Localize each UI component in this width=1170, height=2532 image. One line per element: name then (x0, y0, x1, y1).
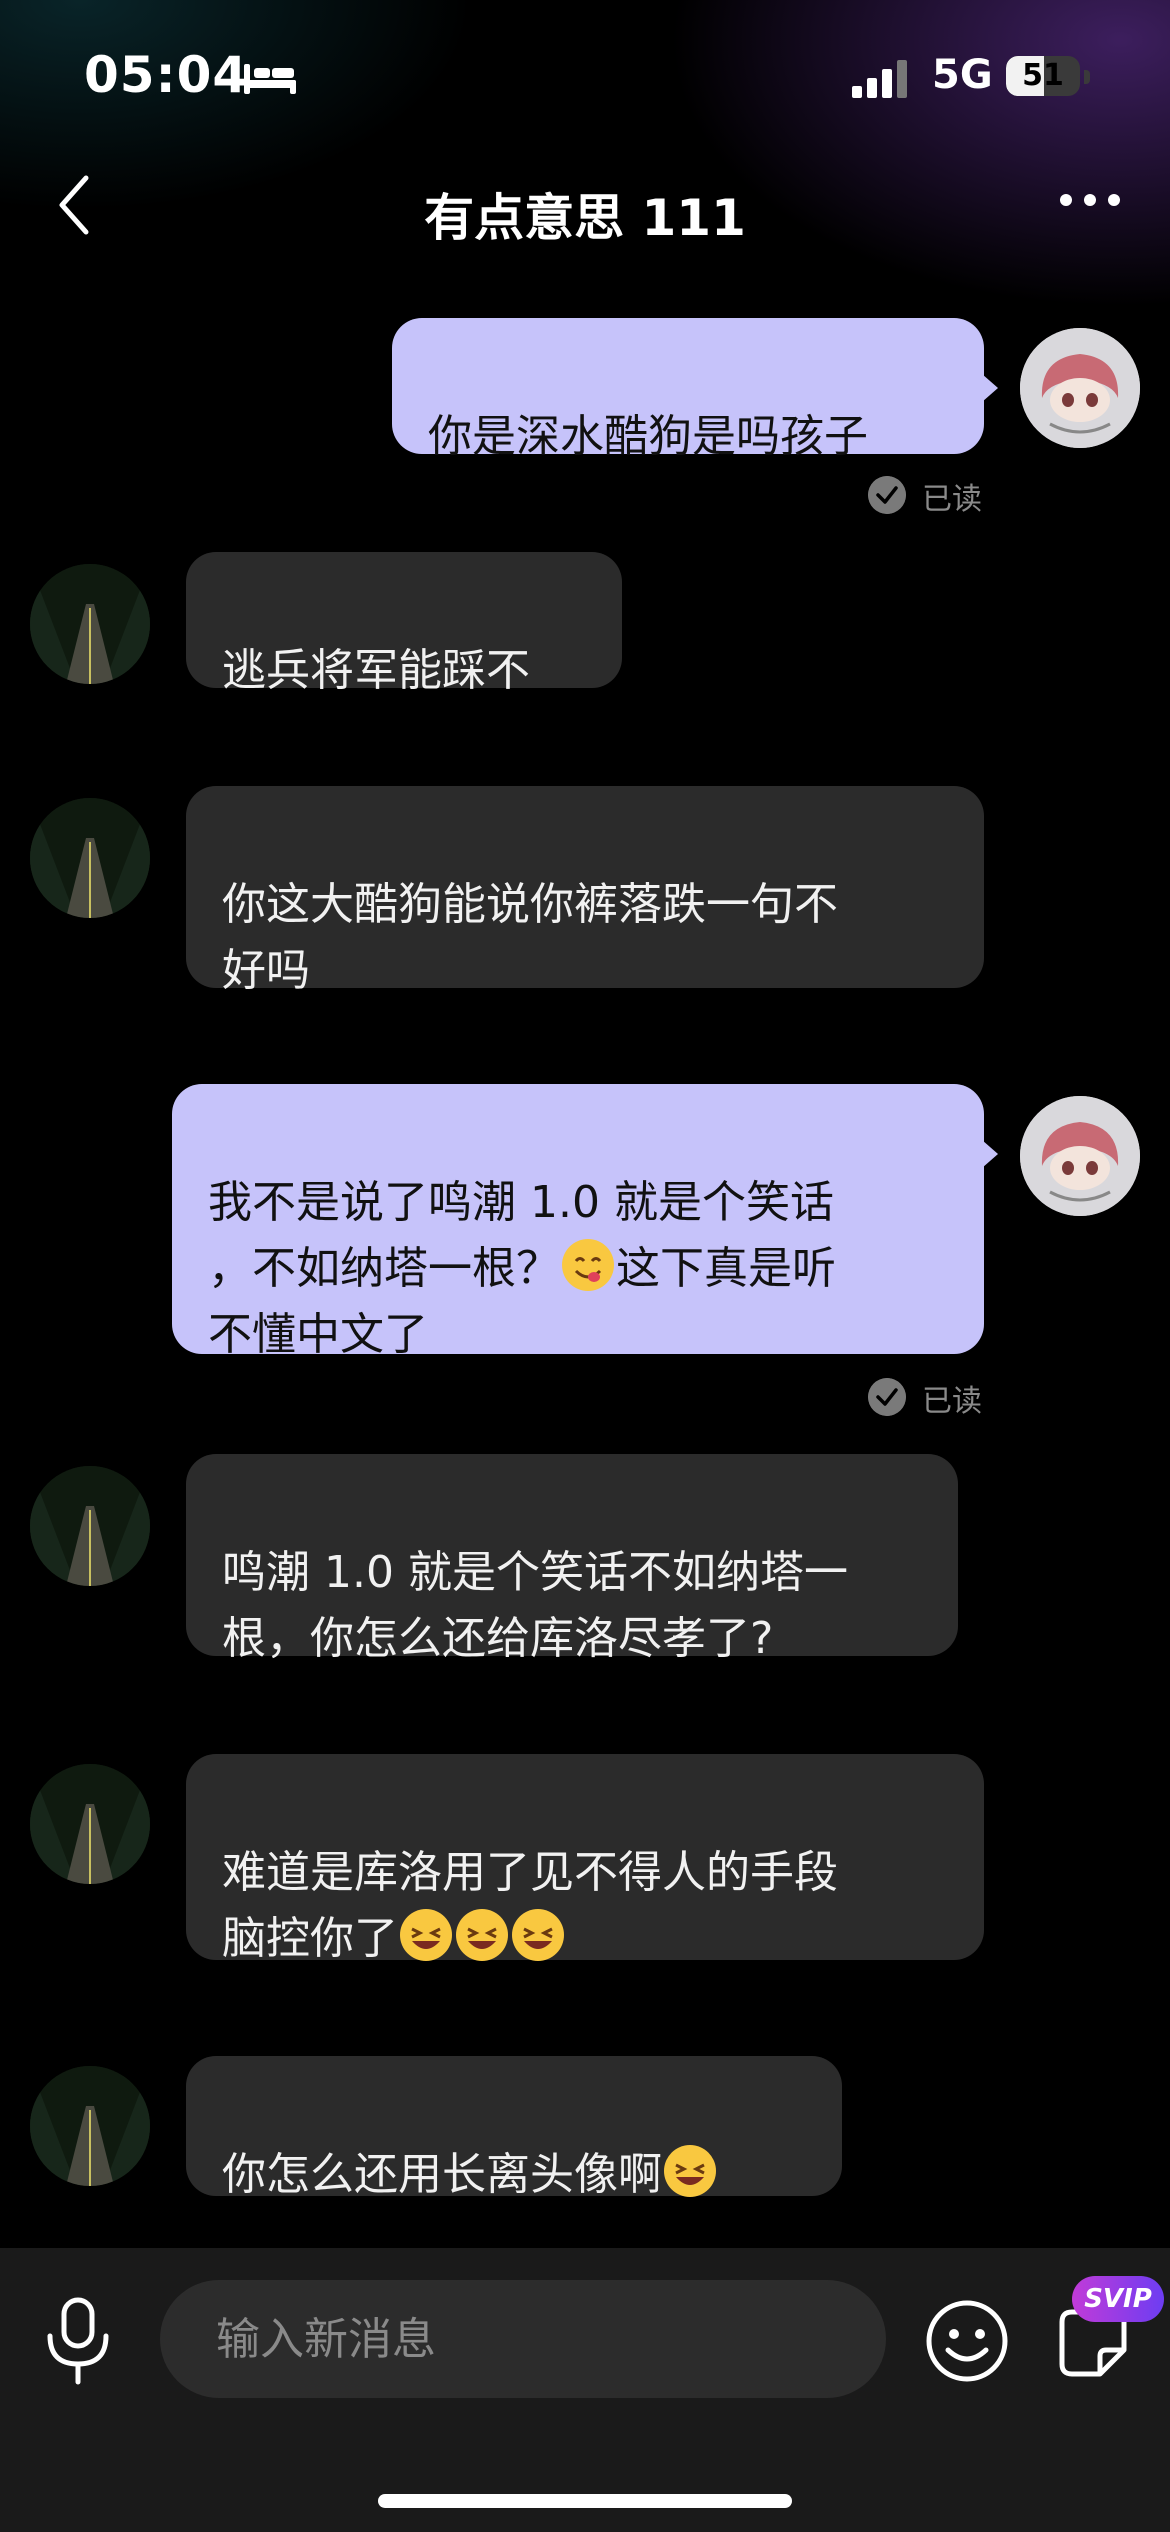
bed-icon (244, 64, 296, 94)
read-label: 已读 (922, 1384, 982, 1419)
message-text: 逃兵将军能踩不 (222, 645, 530, 696)
read-receipt: 已读 (868, 1374, 988, 1419)
emoji-laugh-icon (398, 1907, 454, 1963)
status-bar: 05:04 5G 51 (0, 0, 1170, 140)
status-time: 05:04 (84, 46, 249, 104)
read-label: 已读 (922, 482, 982, 517)
message-text: 你这大酷狗能说你裤落跌一句不 好吗 (222, 879, 838, 996)
contact-avatar[interactable] (30, 2066, 150, 2186)
emoji-yum-icon (560, 1237, 616, 1293)
message-text: 你怎么还用长离头像啊 (222, 2149, 662, 2200)
svip-badge: SVIP (1072, 2276, 1164, 2322)
check-icon (868, 476, 906, 514)
contact-avatar[interactable] (30, 1466, 150, 1586)
composer-bar: SVIP (0, 2248, 1170, 2532)
emoji-icon[interactable] (924, 2298, 1010, 2384)
home-indicator[interactable] (378, 2494, 792, 2508)
emoji-laugh-icon (454, 1907, 510, 1963)
message-bubble-incoming[interactable]: 逃兵将军能踩不 (186, 552, 622, 696)
message-bubble-outgoing[interactable]: 你是深水酷狗是吗孩子 (392, 318, 998, 462)
read-receipt: 已读 (868, 472, 988, 517)
message-bubble-incoming[interactable]: 难道是库洛用了见不得人的手段 脑控你了 (186, 1754, 984, 1964)
message-list[interactable]: 你是深水酷狗是吗孩子 已读 逃兵将军能踩不 你这大酷狗能说你裤落跌一句不 好吗 (0, 290, 1170, 2240)
contact-avatar[interactable] (30, 1764, 150, 1884)
message-bubble-incoming[interactable]: 你怎么还用长离头像啊 (186, 2056, 842, 2200)
my-avatar[interactable] (1020, 1096, 1140, 1216)
message-text: 你是深水酷狗是吗孩子 (428, 411, 868, 462)
contact-avatar[interactable] (30, 798, 150, 918)
battery-level: 51 (1022, 58, 1064, 93)
message-text: 鸣潮 1.0 就是个笑话不如纳塔一 根，你怎么还给库洛尽孝了? (222, 1547, 848, 1664)
battery-icon: 51 (1006, 56, 1090, 98)
check-icon (868, 1378, 906, 1416)
chat-header: 有点意思 111 (0, 150, 1170, 260)
message-input[interactable] (160, 2280, 886, 2398)
chat-title: 有点意思 111 (424, 189, 746, 247)
emoji-laugh-icon (510, 1907, 566, 1963)
microphone-icon[interactable] (42, 2296, 114, 2386)
message-bubble-outgoing[interactable]: 我不是说了鸣潮 1.0 就是个笑话 ，不如纳塔一根？ 这下真是听 不懂中文了 (172, 1084, 998, 1360)
network-type: 5G (932, 52, 993, 98)
more-icon[interactable] (1050, 170, 1130, 230)
message-bubble-incoming[interactable]: 鸣潮 1.0 就是个笑话不如纳塔一 根，你怎么还给库洛尽孝了? (186, 1454, 958, 1664)
signal-icon (852, 60, 907, 98)
my-avatar[interactable] (1020, 328, 1140, 448)
emoji-laugh-icon (662, 2143, 718, 2199)
contact-avatar[interactable] (30, 564, 150, 684)
message-bubble-incoming[interactable]: 你这大酷狗能说你裤落跌一句不 好吗 (186, 786, 984, 996)
